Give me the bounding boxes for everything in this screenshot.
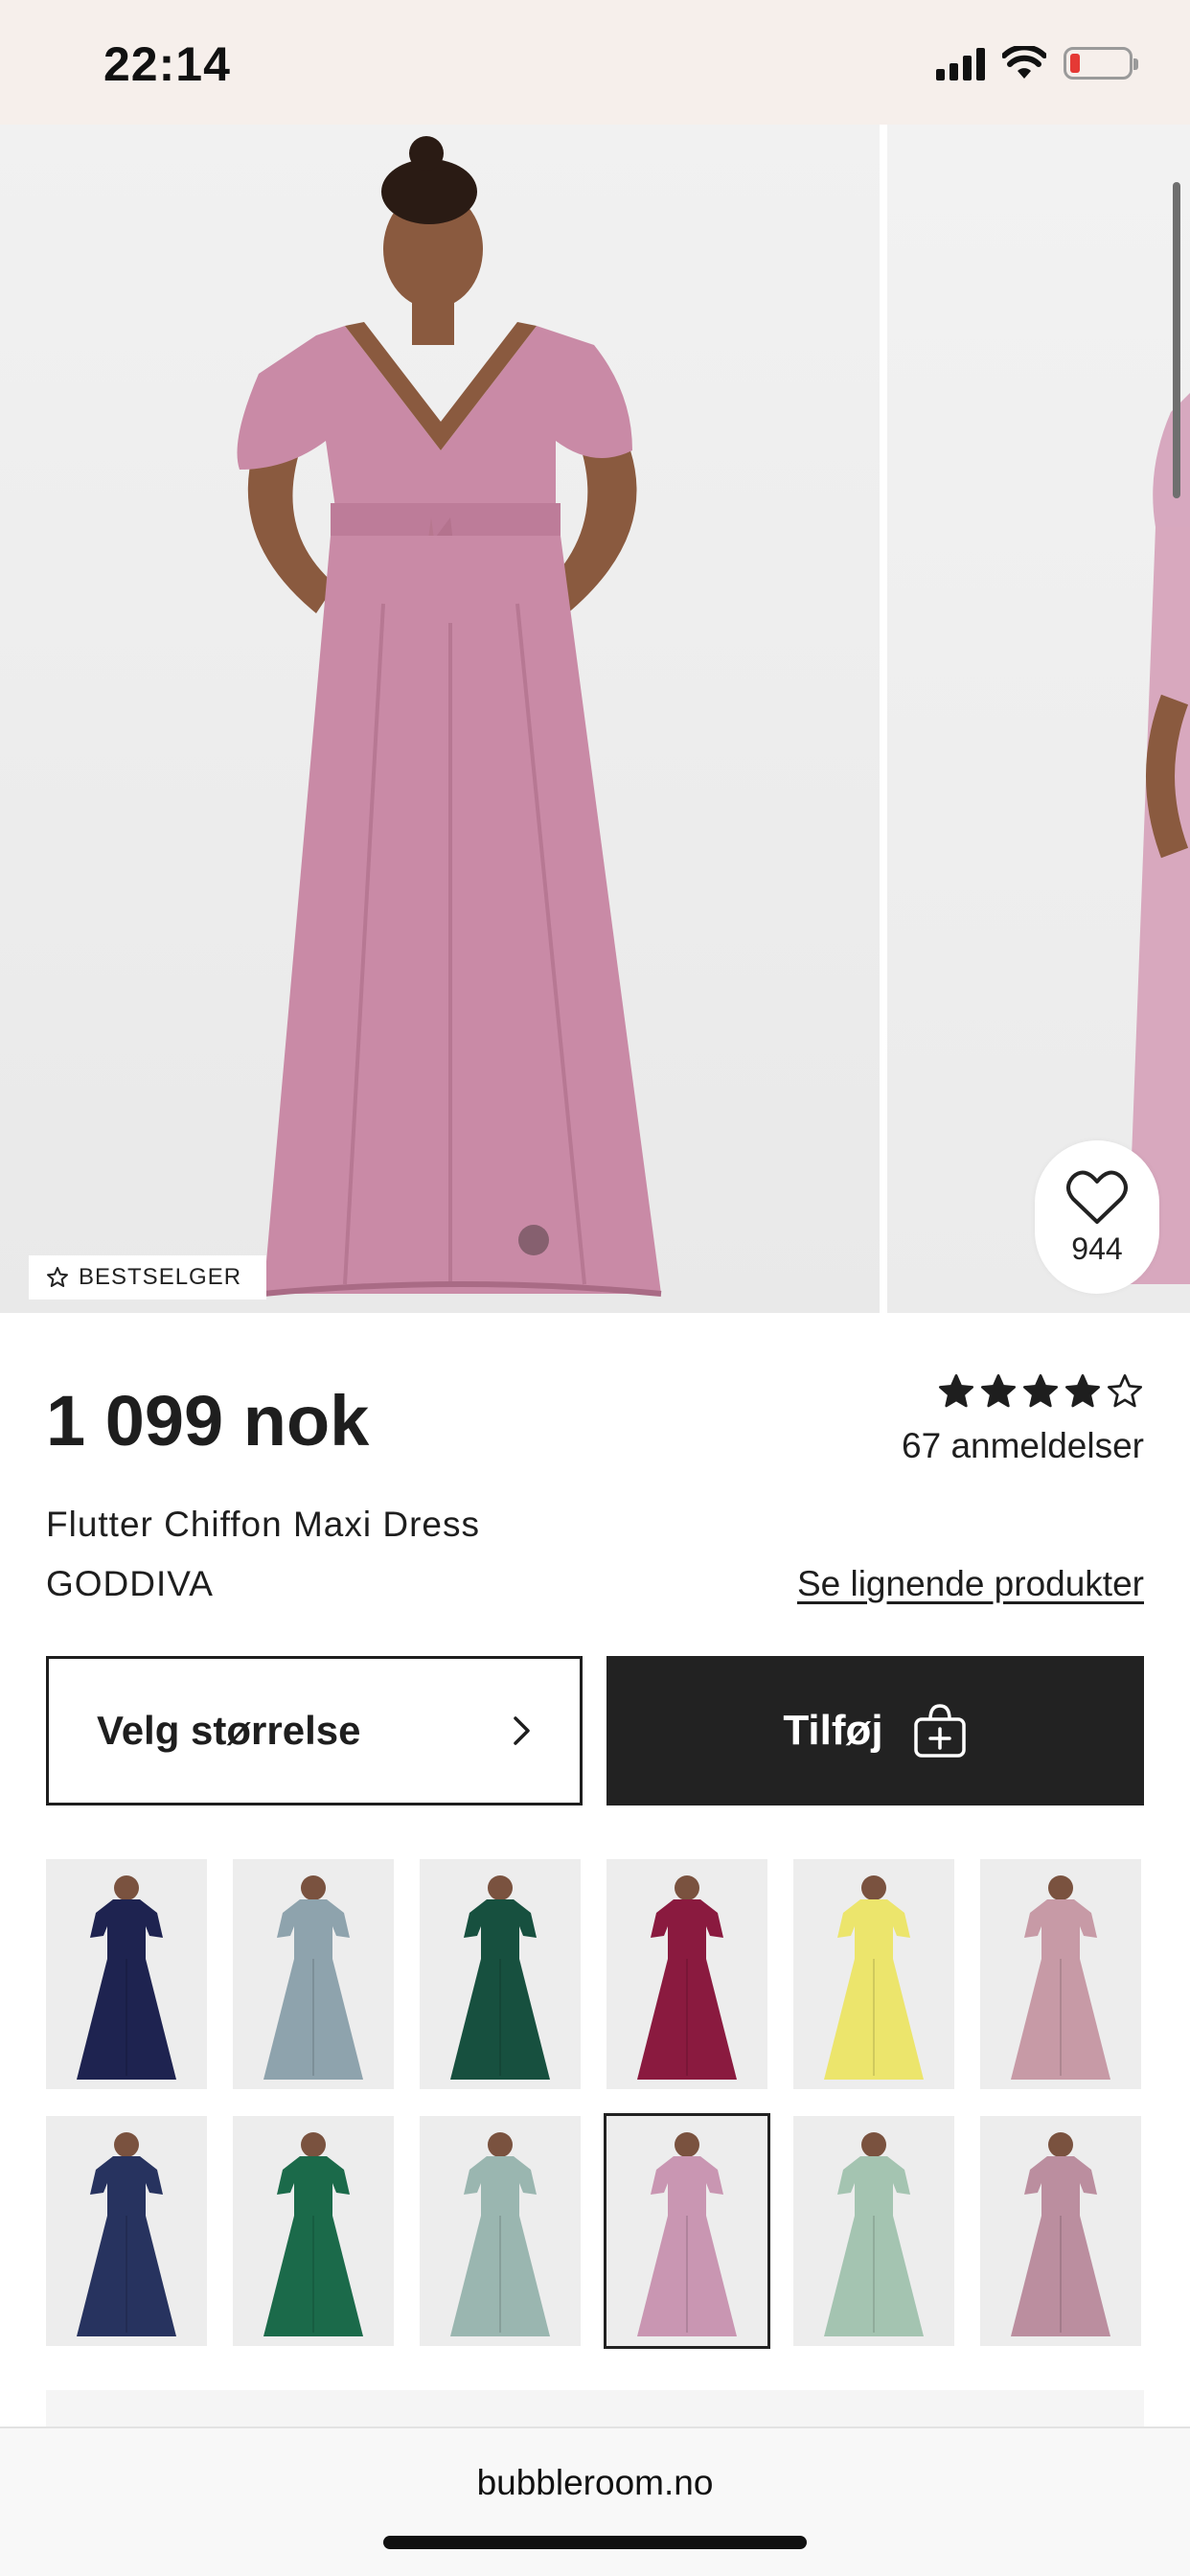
color-swatch[interactable]: [606, 1859, 767, 2089]
swatch-thumbnail: [824, 2132, 924, 2336]
color-swatch[interactable]: [233, 1859, 394, 2089]
color-swatch[interactable]: [46, 1859, 207, 2089]
status-icons: [936, 42, 1138, 84]
star-filled-icon: [1023, 1374, 1058, 1408]
dress-photo-next: [1127, 393, 1190, 1284]
status-time: 22:14: [103, 37, 231, 91]
color-swatch-grid: [46, 1859, 1144, 2349]
similar-products-link[interactable]: Se lignende produkter: [797, 1564, 1144, 1604]
product-image-main[interactable]: [0, 125, 880, 1313]
swatch-thumbnail: [450, 2132, 550, 2336]
swatch-thumbnail: [263, 2132, 363, 2336]
swatch-thumbnail: [77, 1875, 176, 2080]
color-swatch[interactable]: [793, 2116, 954, 2346]
star-filled-icon: [980, 1374, 1016, 1408]
swatch-thumbnail: [450, 1875, 550, 2080]
bestseller-label: BESTSELGER: [79, 1264, 242, 1290]
home-indicator[interactable]: [383, 2536, 807, 2549]
favorite-button[interactable]: 944: [1035, 1140, 1159, 1294]
star-filled-icon: [939, 1374, 973, 1408]
content-panel-edge: [46, 2390, 1144, 2428]
bestseller-badge: BESTSELGER: [29, 1255, 267, 1300]
carousel-indicator-dot: [518, 1225, 549, 1255]
color-swatch[interactable]: [420, 1859, 581, 2089]
battery-icon: [1064, 47, 1138, 80]
star-outline-icon: [1108, 1374, 1142, 1408]
star-outline-icon: [47, 1267, 68, 1287]
swatch-thumbnail: [263, 1875, 363, 2080]
swatch-thumbnail: [1011, 2132, 1110, 2336]
slide-divider: [880, 125, 887, 1313]
chevron-right-icon: [514, 1716, 530, 1745]
swatch-thumbnail: [637, 1875, 737, 2080]
battery-level: [1070, 54, 1080, 73]
dress-photo: [237, 136, 662, 1297]
star-filled-icon: [1065, 1374, 1100, 1408]
add-to-cart-label: Tilføj: [783, 1707, 883, 1754]
product-price: 1 099 nok: [46, 1381, 370, 1460]
reviews-link[interactable]: 67 anmeldelser: [902, 1426, 1144, 1466]
product-name: Flutter Chiffon Maxi Dress: [46, 1505, 480, 1544]
swatch-thumbnail: [77, 2132, 176, 2336]
cellular-signal-icon: [936, 46, 985, 80]
scroll-thumb[interactable]: [1173, 182, 1180, 498]
color-swatch[interactable]: [604, 2113, 770, 2349]
add-to-cart-button[interactable]: Tilføj: [606, 1656, 1144, 1806]
bag-plus-icon: [913, 1704, 966, 1758]
product-image-carousel[interactable]: BESTSELGER 944: [0, 125, 1190, 1313]
url-label[interactable]: bubbleroom.no: [0, 2463, 1190, 2503]
color-swatch[interactable]: [46, 2116, 207, 2346]
favorite-count: 944: [1071, 1230, 1123, 1266]
status-bar: 22:14: [0, 0, 1190, 125]
color-swatch[interactable]: [793, 1859, 954, 2089]
heart-icon: [1066, 1170, 1128, 1224]
select-size-button[interactable]: Velg størrelse: [46, 1656, 583, 1806]
color-swatch[interactable]: [980, 2116, 1141, 2346]
product-brand[interactable]: GODDIVA: [46, 1564, 214, 1604]
browser-bottom-bar: bubbleroom.no: [0, 2426, 1190, 2576]
swatch-thumbnail: [824, 1875, 924, 2080]
rating-stars[interactable]: [937, 1372, 1144, 1411]
product-image-next[interactable]: [887, 125, 1190, 1313]
wifi-icon: [1002, 46, 1046, 79]
color-swatch[interactable]: [233, 2116, 394, 2346]
color-swatch[interactable]: [980, 1859, 1141, 2089]
swatch-thumbnail: [1011, 1875, 1110, 2080]
swatch-thumbnail: [637, 2132, 737, 2336]
select-size-label: Velg størrelse: [97, 1708, 361, 1753]
color-swatch[interactable]: [420, 2116, 581, 2346]
